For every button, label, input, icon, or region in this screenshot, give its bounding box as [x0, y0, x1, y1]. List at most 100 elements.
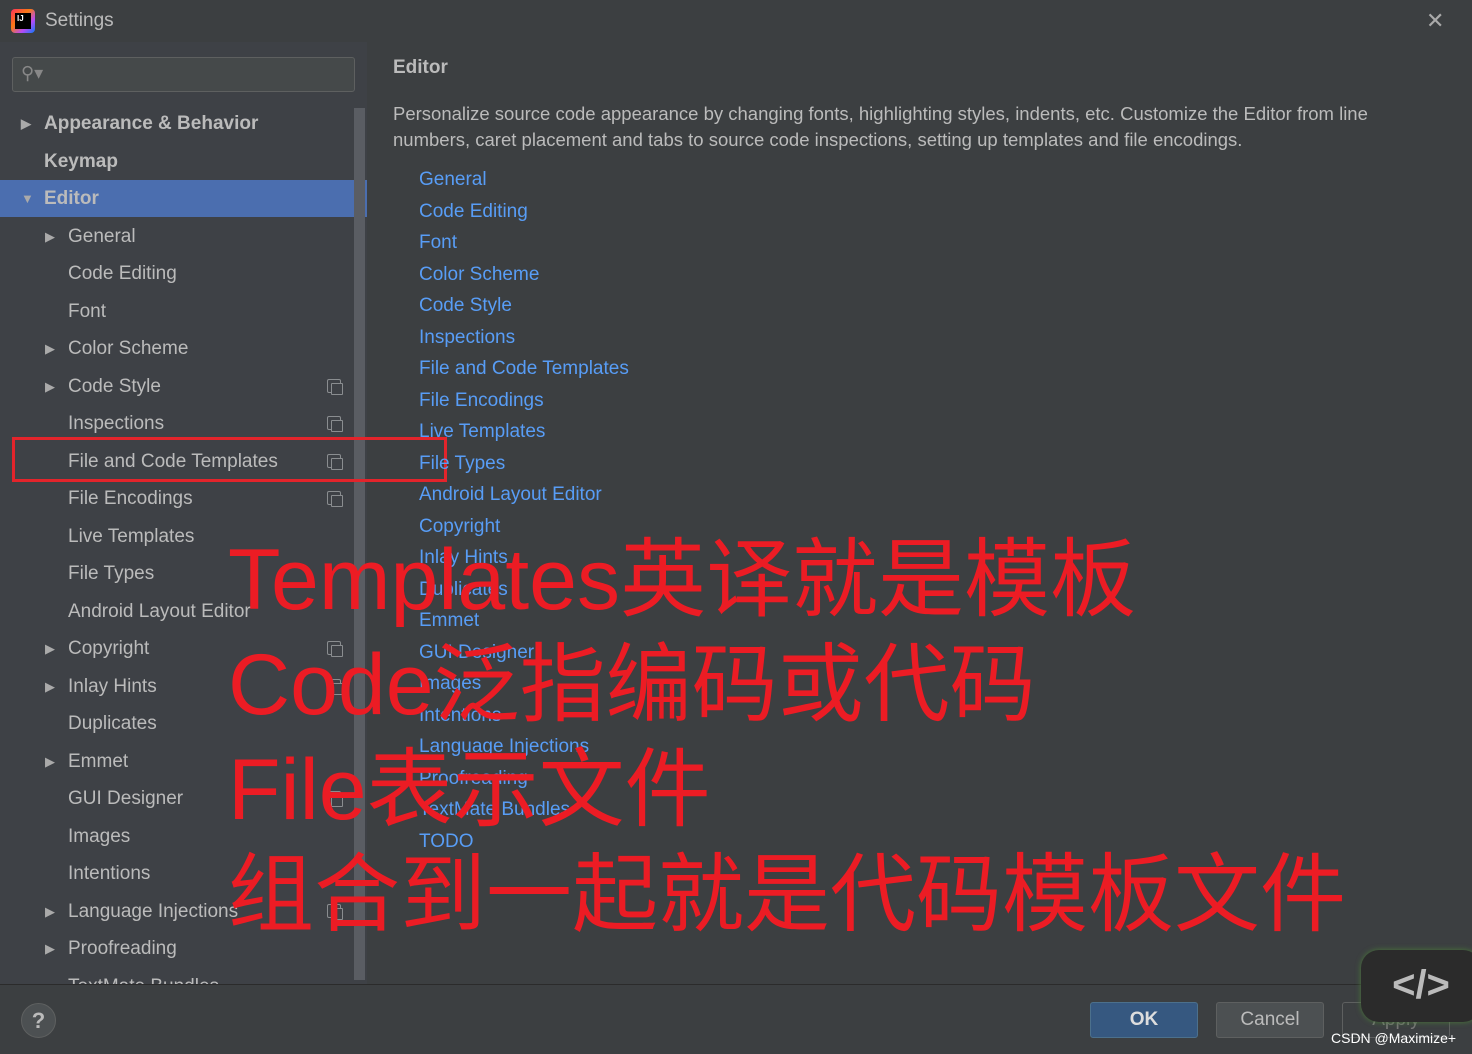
sidebar-item[interactable]: File Encodings — [0, 480, 367, 517]
sidebar-item-label: Emmet — [68, 750, 129, 772]
project-settings-icon — [327, 641, 343, 657]
search-input[interactable]: ⚲▾ — [12, 57, 355, 92]
watermark: CSDN @Maximize+ — [1331, 1030, 1457, 1046]
sidebar-item[interactable]: Live Templates — [0, 518, 367, 555]
sidebar-item-label: Font — [68, 300, 107, 322]
editor-link[interactable]: Emmet — [419, 610, 479, 632]
sidebar-item[interactable]: Keymap — [0, 143, 367, 180]
project-settings-icon — [327, 378, 343, 395]
sidebar-item-label: GUI Designer — [68, 788, 184, 809]
help-button[interactable]: ? — [21, 1003, 56, 1038]
title-bar: IJ Settings ✕ — [0, 0, 1472, 42]
sidebar-item-label: Keymap — [44, 150, 118, 172]
chevron-right-icon[interactable]: ▶ — [45, 330, 55, 367]
sidebar-item[interactable]: Code Editing — [0, 255, 367, 292]
editor-link[interactable]: Copyright — [419, 516, 500, 538]
sidebar-item-label: Android Layout Editor — [68, 600, 251, 622]
intellij-logo-icon: IJ — [11, 9, 35, 33]
sidebar-item[interactable]: ▶ Emmet — [0, 743, 367, 780]
close-icon[interactable]: ✕ — [1426, 8, 1444, 34]
code-icon[interactable]: </> — [1361, 950, 1472, 1022]
chevron-right-icon[interactable]: ▶ — [45, 668, 55, 705]
chevron-right-icon[interactable]: ▶ — [45, 893, 55, 930]
sidebar-item[interactable]: ▶ Proofreading — [0, 930, 367, 967]
chevron-right-icon[interactable]: ▶ — [45, 743, 55, 780]
editor-link[interactable]: TODO — [419, 831, 474, 853]
editor-link[interactable]: Language Injections — [419, 736, 589, 758]
editor-link[interactable]: Inlay Hints — [419, 547, 508, 569]
sidebar-item[interactable]: Duplicates — [0, 705, 367, 742]
sidebar-item-label: Images — [68, 825, 131, 847]
sidebar-item[interactable]: TextMate Bundles — [0, 968, 367, 985]
sidebar-item-label: Code Style — [68, 375, 161, 397]
chevron-right-icon[interactable]: ▶ — [45, 368, 55, 405]
window-title: Settings — [45, 10, 114, 31]
sidebar-item-label: Language Injections — [68, 900, 239, 922]
highlight-box — [12, 437, 447, 482]
sidebar-item-label: File Encodings — [68, 488, 193, 509]
editor-link[interactable]: Intentions — [419, 705, 501, 727]
sidebar-item-label: Inlay Hints — [68, 675, 157, 697]
project-settings-icon — [327, 678, 343, 695]
editor-link[interactable]: Inspections — [419, 327, 515, 349]
project-settings-icon — [327, 416, 343, 432]
project-settings-icon — [327, 791, 343, 807]
editor-link[interactable]: TextMate Bundles — [419, 799, 570, 821]
editor-link[interactable]: Proofreading — [419, 768, 528, 790]
chevron-down-icon[interactable]: ▼ — [21, 180, 34, 217]
sidebar-item-label: Intentions — [68, 863, 151, 884]
sidebar-item[interactable]: ▶ Appearance & Behavior — [0, 105, 367, 142]
editor-link[interactable]: Code Style — [419, 295, 512, 317]
sidebar-item[interactable]: ▶ Code Style — [0, 368, 367, 405]
sidebar-item-label: Code Editing — [68, 263, 177, 284]
sidebar-item-label: Color Scheme — [68, 338, 189, 359]
sidebar-item-label: File Types — [68, 563, 155, 584]
settings-sidebar: ⚲▾ ▶ Appearance & Behavior Keymap ▼ Editor ▶ G… — [0, 42, 367, 984]
sidebar-item[interactable]: Images — [0, 818, 367, 855]
sidebar-item[interactable]: ▶ Language Injections — [0, 893, 367, 930]
page-title: Editor — [393, 57, 448, 78]
sidebar-item-label: Editor — [44, 188, 99, 209]
sidebar-item[interactable]: Android Layout Editor — [0, 593, 367, 630]
editor-link[interactable]: File Encodings — [419, 390, 544, 412]
chevron-right-icon[interactable]: ▶ — [21, 105, 31, 142]
chevron-right-icon[interactable]: ▶ — [45, 630, 55, 667]
editor-link[interactable]: Android Layout Editor — [419, 484, 602, 506]
project-settings-icon — [327, 903, 343, 920]
sidebar-item-label: TextMate Bundles — [68, 968, 219, 985]
ok-button[interactable]: OK — [1090, 1002, 1198, 1038]
sidebar-item-label: Duplicates — [68, 713, 157, 734]
sidebar-scrollbar[interactable] — [354, 108, 365, 980]
search-icon: ⚲▾ — [21, 63, 44, 83]
cancel-button[interactable]: Cancel — [1216, 1002, 1324, 1038]
sidebar-item[interactable]: ▶ Copyright — [0, 630, 367, 667]
annotation-text: 组合到一起就是代码模板文件 — [228, 847, 1346, 943]
sidebar-item[interactable]: ▶ Color Scheme — [0, 330, 367, 367]
sidebar-item[interactable]: File Types — [0, 555, 367, 592]
editor-link[interactable]: General — [419, 169, 487, 191]
editor-link[interactable]: GUI Designer — [419, 642, 534, 664]
editor-link[interactable]: Font — [419, 232, 457, 254]
editor-link[interactable]: Images — [419, 673, 481, 695]
editor-link[interactable]: Duplicates — [419, 579, 508, 601]
editor-link[interactable]: Live Templates — [419, 421, 545, 443]
editor-link[interactable]: Code Editing — [419, 201, 528, 223]
chevron-right-icon[interactable]: ▶ — [45, 930, 55, 967]
editor-link[interactable]: Color Scheme — [419, 264, 539, 286]
sidebar-item[interactable]: ▶ General — [0, 218, 367, 255]
editor-link[interactable]: File and Code Templates — [419, 358, 629, 380]
sidebar-item-label: Copyright — [68, 638, 150, 659]
sidebar-item-label: Live Templates — [68, 525, 195, 547]
sidebar-item-label: Appearance & Behavior — [44, 113, 259, 134]
editor-link[interactable]: File Types — [419, 453, 505, 475]
sidebar-item-label: General — [68, 225, 136, 247]
sidebar-item[interactable]: Font — [0, 293, 367, 330]
sidebar-item[interactable]: ▶ Inlay Hints — [0, 668, 367, 705]
sidebar-item-label: Proofreading — [68, 938, 177, 959]
sidebar-item[interactable]: Intentions — [0, 855, 367, 892]
project-settings-icon — [327, 491, 343, 507]
page-description: Personalize source code appearance by ch… — [393, 103, 1368, 150]
sidebar-item[interactable]: ▼ Editor — [0, 180, 367, 217]
sidebar-item[interactable]: GUI Designer — [0, 780, 367, 817]
chevron-right-icon[interactable]: ▶ — [45, 218, 55, 255]
